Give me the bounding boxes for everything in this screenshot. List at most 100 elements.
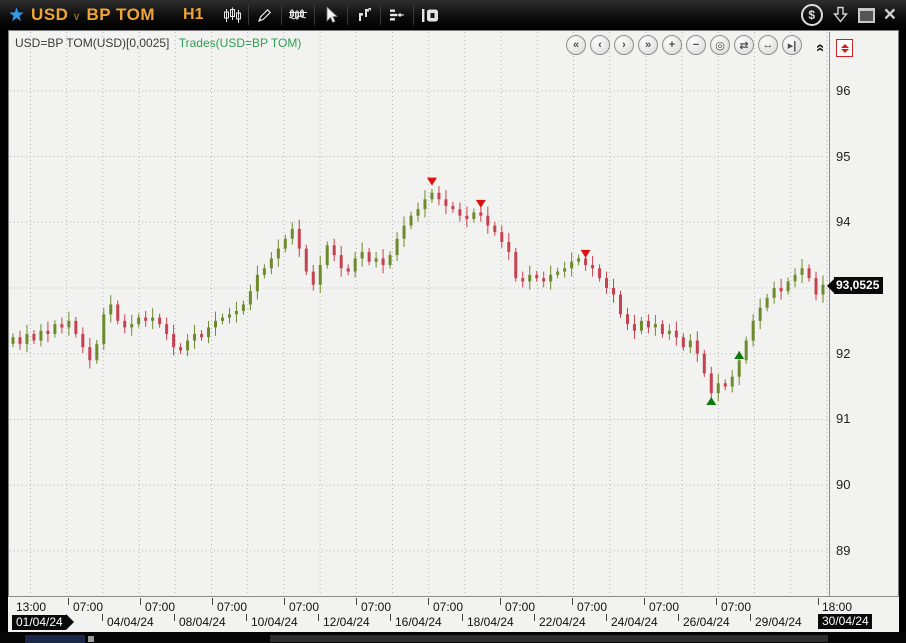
x-tick: [716, 598, 717, 605]
y-axis-label: 92: [836, 346, 850, 361]
last-date-tag: 30/04/24: [818, 614, 872, 629]
x-tick: [318, 614, 319, 621]
x-time-label: 07:00: [721, 600, 751, 614]
indicator-icon[interactable]: [283, 3, 313, 27]
download-arrow-icon[interactable]: [832, 6, 849, 24]
go-to-end-button[interactable]: ▸|: [782, 35, 802, 55]
cursor-icon[interactable]: [316, 3, 346, 27]
x-time-label: 07:00: [289, 600, 319, 614]
x-tick: [212, 598, 213, 605]
x-axis: 13:00 07:00 07:00 07:00 07:00 07:00 07:00 07:00…: [8, 596, 899, 632]
x-tick: [284, 598, 285, 605]
buy-marker: [734, 351, 744, 359]
toolbar-divider: [380, 5, 381, 25]
x-tick: [390, 614, 391, 621]
pair-label[interactable]: BP TOM: [87, 5, 156, 25]
x-tick: [102, 614, 103, 621]
x-date-label: 26/04/24: [683, 615, 730, 629]
x-tick: [644, 598, 645, 605]
x-time-label: 07:00: [217, 600, 247, 614]
zoom-window-button[interactable]: ◎: [710, 35, 730, 55]
x-tick: [356, 598, 357, 605]
x-tick: [428, 598, 429, 605]
x-tick: [174, 614, 175, 621]
x-tick: [500, 598, 501, 605]
x-date-label: 08/04/24: [179, 615, 226, 629]
first-date-tag: 01/04/24: [12, 614, 74, 630]
x-date-label: 18/04/24: [467, 615, 514, 629]
x-tick: [678, 614, 679, 621]
x-time-label: 07:00: [73, 600, 103, 614]
scale-down-arrow-icon: [841, 49, 849, 53]
x-tick: [534, 614, 535, 621]
candlestick-chart[interactable]: [10, 32, 830, 596]
scale-icon[interactable]: [349, 3, 379, 27]
levels-icon[interactable]: [382, 3, 412, 27]
favorite-star-icon[interactable]: ★: [8, 4, 25, 27]
buy-marker: [706, 397, 716, 405]
y-axis-label: 94: [836, 214, 850, 229]
toolbar-divider: [413, 5, 414, 25]
compress-scale-button[interactable]: ⇄: [734, 35, 754, 55]
symbol-selector[interactable]: USD: [31, 5, 68, 25]
bar-width-button[interactable]: ↔: [758, 35, 778, 55]
toolbar-divider: [314, 5, 315, 25]
logo-icon[interactable]: [415, 3, 445, 27]
x-tick: [818, 598, 819, 605]
x-date-label: 22/04/24: [539, 615, 586, 629]
x-time-label: 07:00: [145, 600, 175, 614]
toolbar-divider: [281, 5, 282, 25]
x-date-label: 04/04/24: [107, 615, 154, 629]
scroll-right-button[interactable]: ›: [614, 35, 634, 55]
collapse-toolbar-icon[interactable]: »: [811, 36, 829, 52]
x-time-label: 07:00: [505, 600, 535, 614]
chart-legend: USD=BP TOM(USD)[0,0025] Trades(USD=BP TO…: [15, 36, 301, 50]
auto-scale-button[interactable]: [836, 39, 853, 57]
x-date-label: 24/04/24: [611, 615, 658, 629]
restore-window-icon[interactable]: [858, 8, 875, 23]
x-date-label: 16/04/24: [395, 615, 442, 629]
account-money-icon[interactable]: $: [801, 4, 823, 26]
y-axis-label: 96: [836, 83, 850, 98]
chart-type-icon[interactable]: [217, 3, 247, 27]
x-tick: [606, 614, 607, 621]
taskbar-fragment: [88, 636, 94, 642]
last-price-tag: 93,0525: [827, 277, 883, 294]
x-tick: [140, 598, 141, 605]
taskbar-strip: [0, 632, 906, 643]
scale-up-arrow-icon: [841, 44, 849, 48]
scroll-fast-left-button[interactable]: «: [566, 35, 586, 55]
x-time-label: 07:00: [433, 600, 463, 614]
draw-icon[interactable]: [250, 3, 280, 27]
chart-toolbar: [217, 0, 445, 30]
timeframe-selector[interactable]: H1: [183, 6, 203, 24]
y-axis-label: 89: [836, 543, 850, 558]
x-tick: [246, 614, 247, 621]
zoom-in-button[interactable]: +: [662, 35, 682, 55]
x-time-label: 07:00: [361, 600, 391, 614]
y-axis-label: 90: [836, 477, 850, 492]
zoom-out-button[interactable]: −: [686, 35, 706, 55]
legend-trades: Trades(USD=BP TOM): [179, 36, 302, 50]
price-arrow-icon: [827, 279, 834, 293]
title-bar: ★ USD ∨ BP TOM H1: [0, 0, 906, 30]
x-tick: [462, 614, 463, 621]
scroll-left-button[interactable]: ‹: [590, 35, 610, 55]
y-axis-label: 95: [836, 149, 850, 164]
x-time-label: 18:00: [822, 600, 852, 614]
y-axis-label: 91: [836, 411, 850, 426]
close-icon[interactable]: ×: [884, 5, 896, 25]
x-time-label: 13:00: [16, 600, 46, 614]
price-value: 93,0525: [834, 277, 883, 294]
chevron-down-icon[interactable]: ∨: [72, 10, 80, 23]
x-date-label: 10/04/24: [251, 615, 298, 629]
sell-marker: [581, 250, 591, 258]
legend-instrument: USD=BP TOM(USD)[0,0025]: [15, 36, 169, 50]
x-tick: [750, 614, 751, 621]
window-controls: $ ×: [801, 4, 906, 26]
toolbar-divider: [248, 5, 249, 25]
scroll-fast-right-button[interactable]: »: [638, 35, 658, 55]
chart-nav-toolbar: «‹›»+−◎⇄↔▸|: [566, 35, 802, 55]
x-tick: [68, 598, 69, 605]
taskbar-fragment: [25, 635, 85, 643]
